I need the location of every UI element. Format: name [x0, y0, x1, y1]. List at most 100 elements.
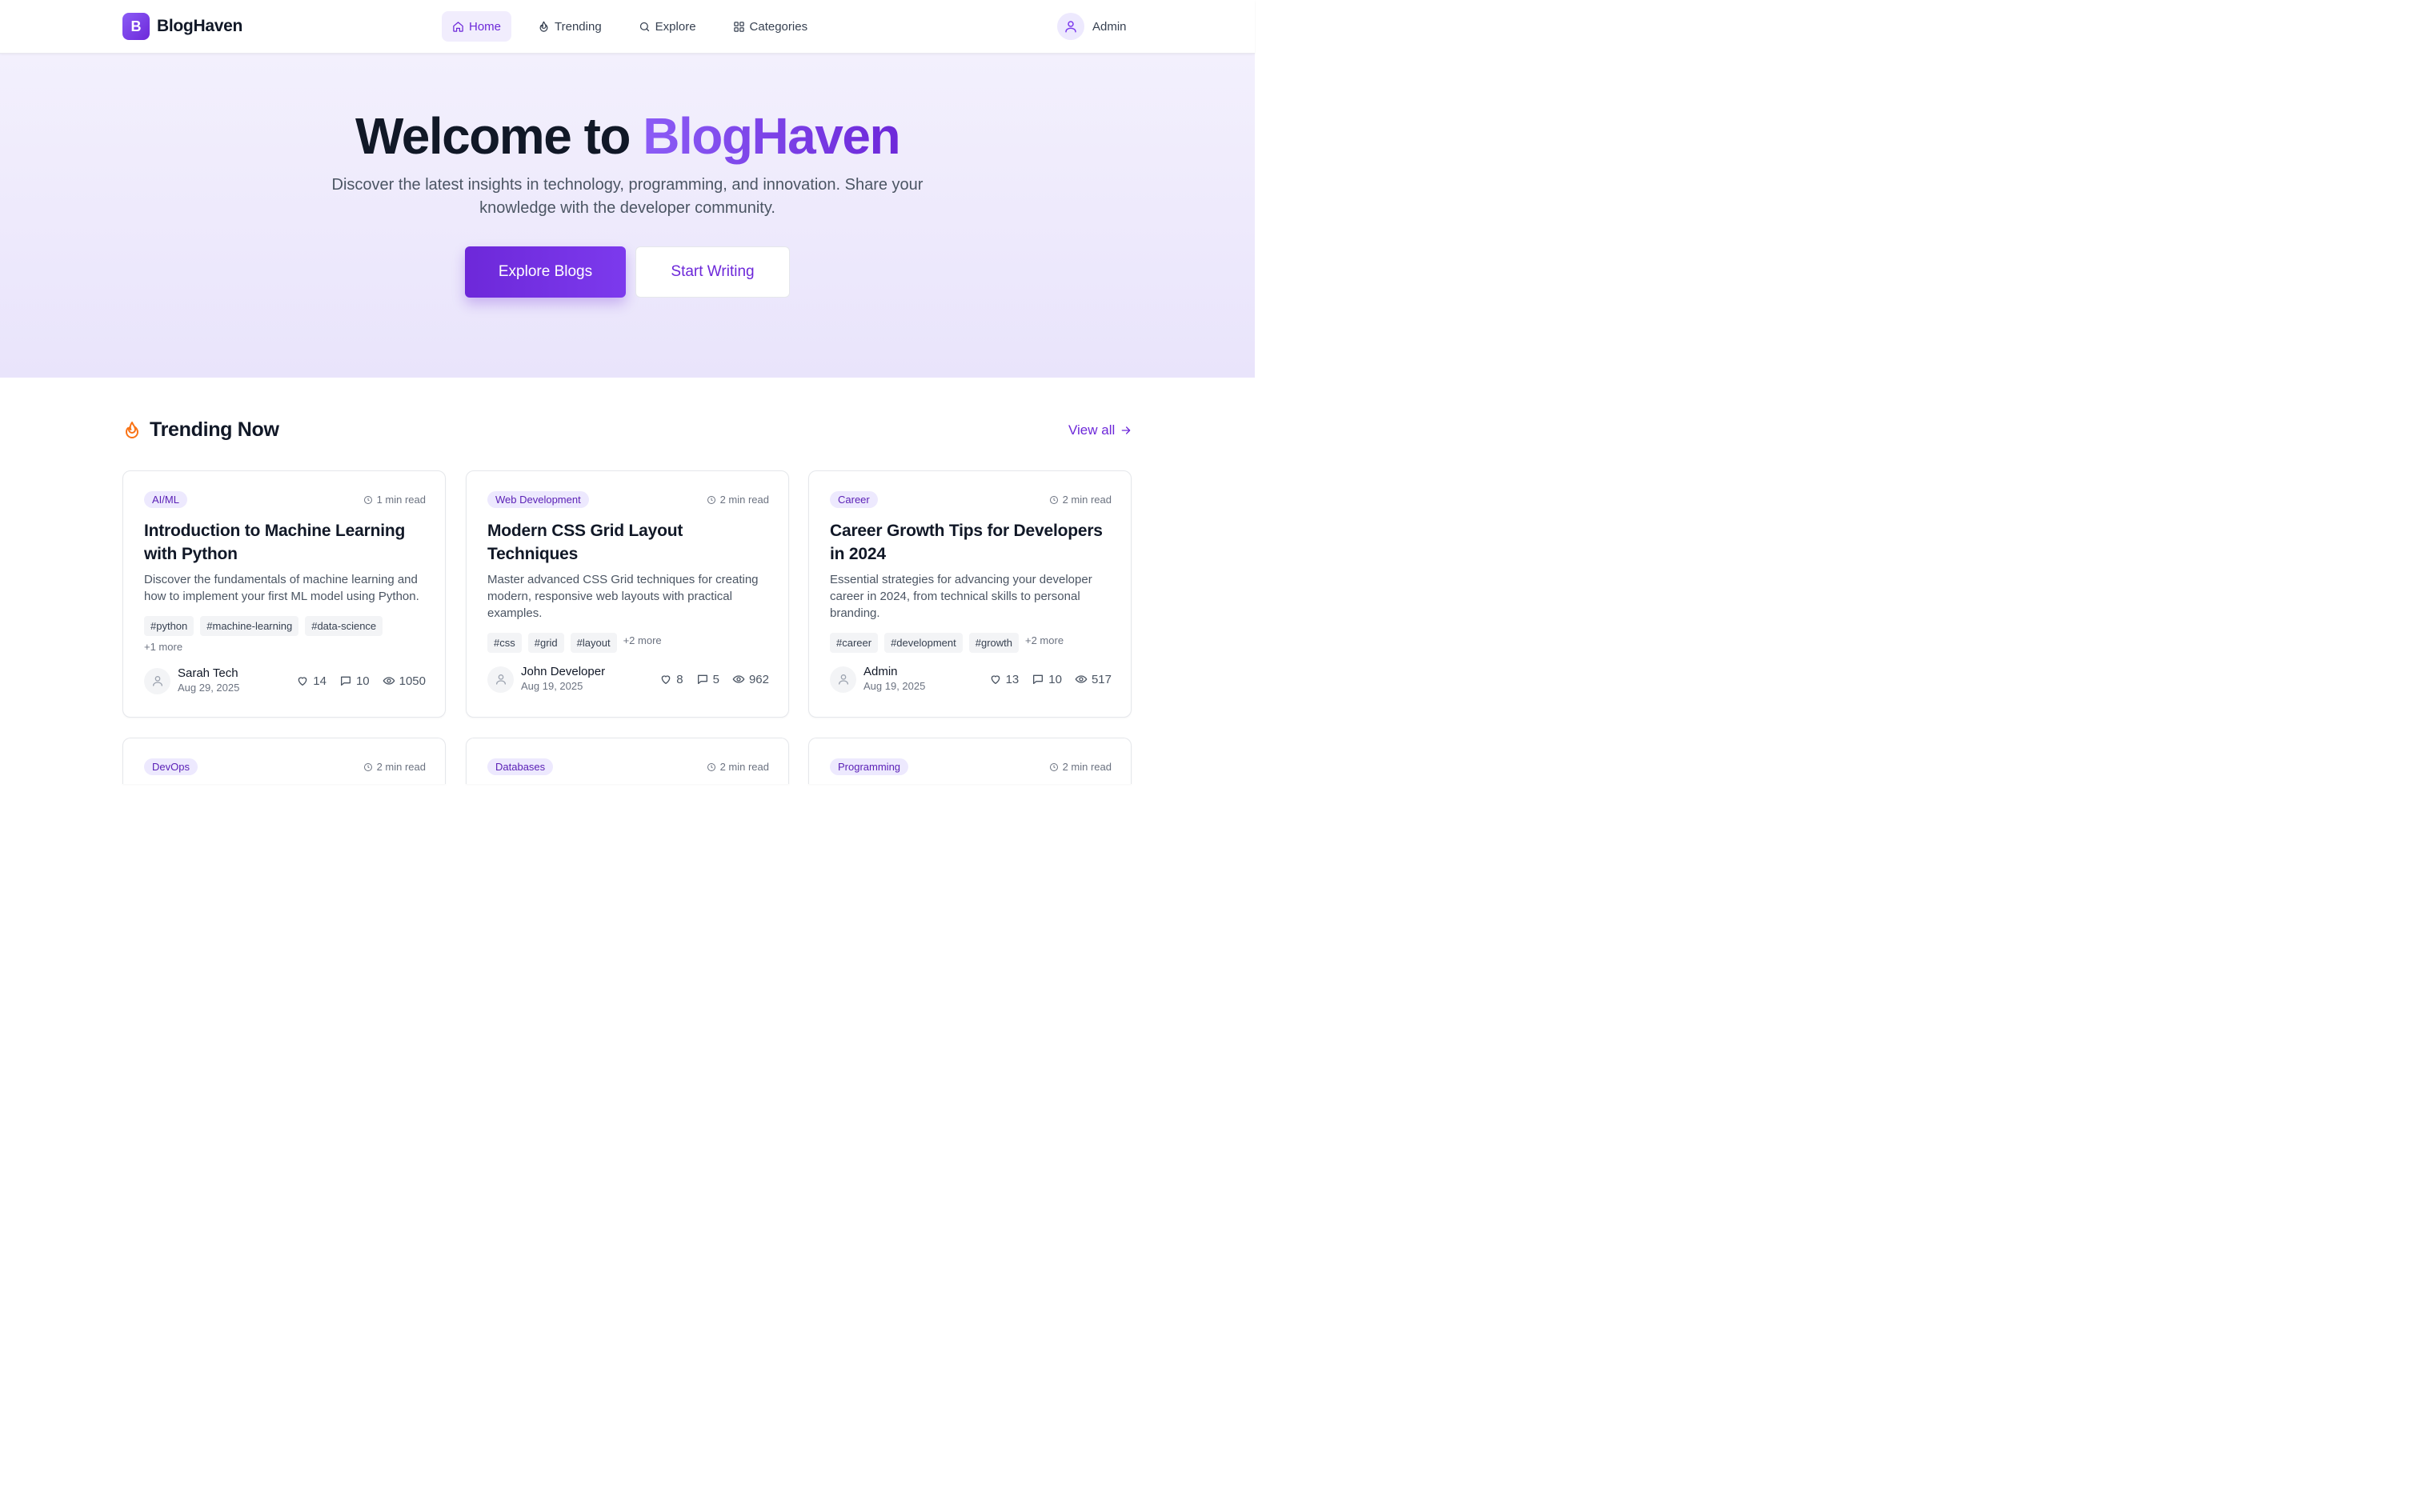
category-badge[interactable]: AI/ML [144, 491, 187, 508]
avatar [144, 667, 170, 694]
main-nav: Home Trending Explore Categories [442, 11, 834, 42]
author-name: Sarah Tech [178, 666, 238, 680]
clock-icon [363, 495, 372, 504]
hero-title-accent: BlogHaven [643, 107, 900, 165]
blog-card[interactable]: Web Development 2 min read Modern CSS Gr… [466, 470, 789, 718]
comments-count: 10 [355, 674, 370, 688]
views-count: 1050 [399, 674, 426, 688]
views-count: 962 [748, 672, 769, 686]
comment-icon [1033, 674, 1044, 684]
category-badge[interactable]: Career [830, 491, 878, 508]
tag[interactable]: #data-science [305, 616, 383, 636]
comment-icon [697, 674, 707, 684]
post-stats: 14 10 1050 [296, 674, 426, 688]
blog-card[interactable]: Career 2 min read Career Growth Tips for… [808, 470, 1132, 718]
tag-list: #career #development #growth +2 more [830, 633, 1112, 653]
author-info: Admin Aug 19, 2025 [830, 665, 925, 694]
comments-stat[interactable]: 5 [696, 673, 719, 686]
nav-home-label: Home [469, 19, 502, 34]
avatar [487, 666, 514, 693]
start-writing-button[interactable]: Start Writing [635, 246, 790, 298]
post-title[interactable]: Introduction to Machine Learning with Py… [144, 519, 426, 566]
read-time: 1 min read [363, 494, 426, 506]
user-icon [1065, 21, 1076, 33]
likes-stat[interactable]: 14 [296, 674, 327, 688]
read-time: 2 min read [707, 494, 769, 506]
category-badge[interactable]: DevOps [144, 758, 198, 775]
tag[interactable]: #development [884, 633, 963, 653]
tag[interactable]: #python [144, 616, 194, 636]
comments-stat[interactable]: 10 [339, 674, 370, 688]
views-stat: 517 [1075, 673, 1112, 686]
clock-icon [1049, 762, 1058, 771]
nav-home[interactable]: Home [442, 11, 512, 42]
views-stat: 962 [732, 673, 769, 686]
user-menu[interactable]: Admin [1057, 13, 1127, 40]
likes-stat[interactable]: 13 [989, 672, 1020, 686]
tag[interactable]: #css [487, 633, 522, 653]
user-icon [495, 674, 506, 685]
nav-categories[interactable]: Categories [723, 11, 819, 42]
post-title[interactable]: Career Growth Tips for Developers in 202… [830, 519, 1112, 566]
nav-trending[interactable]: Trending [527, 11, 612, 42]
brand-mark: B [122, 13, 150, 40]
author-name: Admin [863, 665, 898, 678]
post-date: Aug 29, 2025 [178, 682, 240, 694]
nav-trending-label: Trending [555, 19, 602, 34]
post-title[interactable]: Modern CSS Grid Layout Techniques [487, 519, 769, 566]
likes-stat[interactable]: 8 [659, 673, 683, 686]
heart-icon [661, 675, 671, 684]
comments-count: 10 [1048, 672, 1062, 686]
arrow-right-icon [1121, 426, 1131, 434]
view-all-link[interactable]: View all [1068, 422, 1132, 438]
tag[interactable]: #layout [570, 633, 617, 653]
category-badge[interactable]: Databases [487, 758, 554, 775]
views-count: 517 [1091, 672, 1112, 686]
read-time-label: 2 min read [1062, 761, 1112, 773]
clock-icon [363, 762, 372, 771]
post-excerpt: Essential strategies for advancing your … [830, 573, 1092, 620]
heart-icon [991, 675, 1000, 684]
tag[interactable]: #growth [968, 633, 1019, 653]
tag[interactable]: #career [830, 633, 879, 653]
blog-card[interactable]: AI/ML 1 min read Introduction to Machine… [122, 470, 446, 718]
home-icon [453, 21, 463, 32]
grid-icon [733, 21, 744, 32]
eye-icon [1075, 675, 1088, 683]
comments-stat[interactable]: 10 [1032, 673, 1062, 686]
comment-icon [340, 676, 351, 686]
avatar [830, 666, 856, 693]
view-all-label: View all [1068, 422, 1116, 438]
more-tags: +2 more [623, 634, 662, 646]
read-time: 2 min read [363, 761, 426, 773]
trending-header: Trending Now [122, 418, 279, 442]
blog-card[interactable]: DevOps 2 min read [122, 738, 446, 784]
read-time-label: 1 min read [376, 494, 426, 506]
post-excerpt: Master advanced CSS Grid techniques for … [487, 573, 759, 620]
read-time: 2 min read [707, 761, 769, 773]
eye-icon [732, 675, 745, 683]
tag[interactable]: #machine-learning [200, 616, 299, 636]
clock-icon [707, 762, 715, 771]
likes-count: 8 [676, 672, 683, 686]
author-info: Sarah Tech Aug 29, 2025 [144, 666, 239, 695]
category-badge[interactable]: Web Development [487, 491, 589, 508]
heart-icon [298, 677, 307, 686]
tag-list: #python #machine-learning #data-science … [144, 616, 426, 654]
likes-count: 13 [1005, 672, 1020, 686]
search-icon [639, 22, 649, 31]
brand-logo[interactable]: B BlogHaven [122, 13, 242, 40]
more-tags: +1 more [144, 641, 183, 653]
flame-icon [126, 421, 138, 438]
user-icon [152, 676, 162, 686]
flame-icon [539, 21, 548, 32]
post-excerpt: Discover the fundamentals of machine lea… [144, 573, 419, 603]
read-time-label: 2 min read [376, 761, 426, 773]
explore-blogs-button[interactable]: Explore Blogs [465, 246, 626, 298]
tag[interactable]: #grid [527, 633, 564, 653]
blog-card[interactable]: Programming 2 min read [808, 738, 1132, 784]
category-badge[interactable]: Programming [830, 758, 909, 775]
blog-card[interactable]: Databases 2 min read [466, 738, 789, 784]
nav-explore[interactable]: Explore [628, 11, 707, 42]
eye-icon [383, 677, 395, 685]
